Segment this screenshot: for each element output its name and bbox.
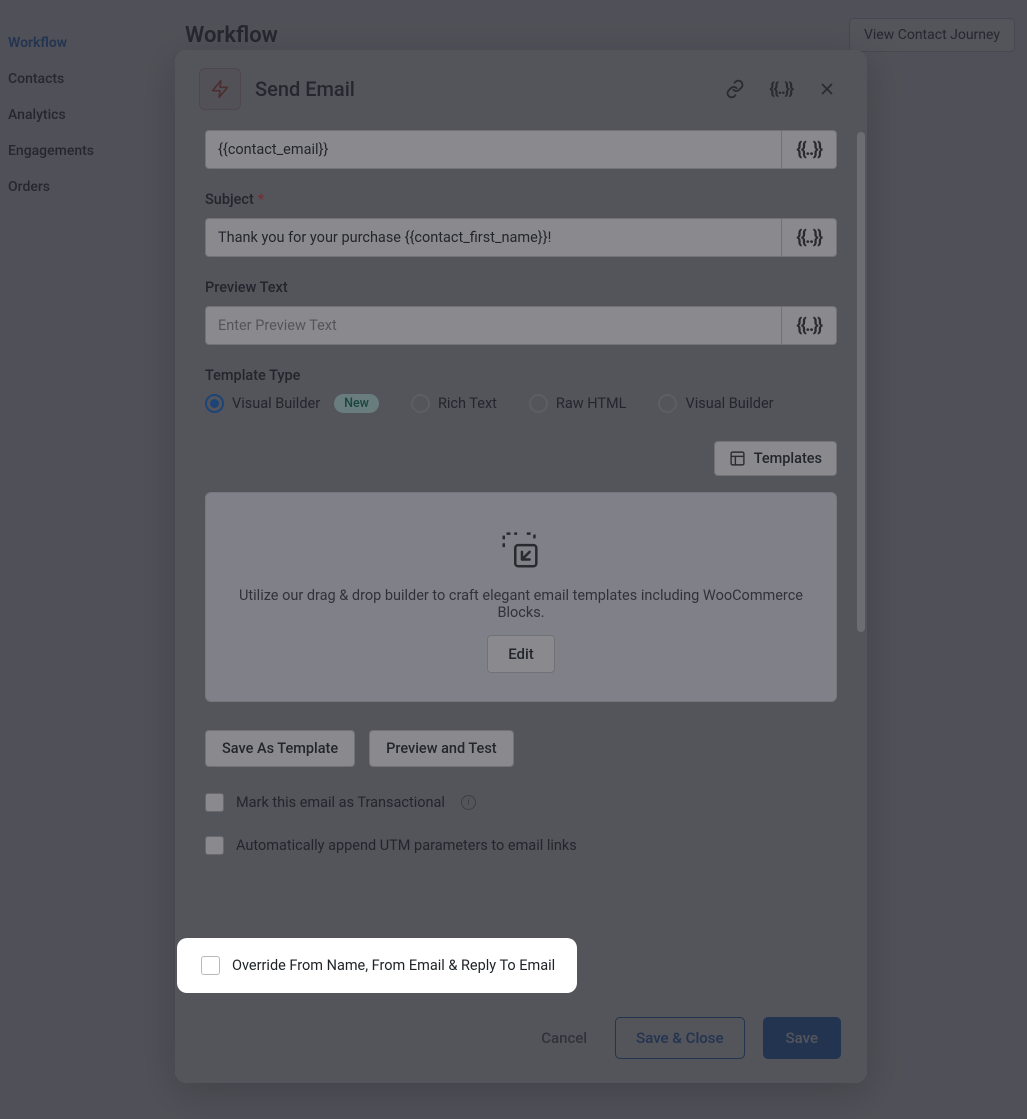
drag-drop-icon — [497, 525, 545, 573]
radio-unchecked-icon — [658, 394, 677, 413]
subject-label: Subject* — [205, 191, 837, 208]
builder-placeholder: Utilize our drag & drop builder to craft… — [205, 492, 837, 702]
info-icon[interactable]: i — [461, 795, 476, 810]
preview-merge-tag-button[interactable]: {{..}} — [782, 306, 837, 345]
templates-button[interactable]: Templates — [714, 441, 837, 476]
utm-checkbox[interactable] — [205, 836, 224, 855]
radio-label: Visual Builder — [232, 395, 320, 412]
send-email-modal: Send Email {{..}} {{..}} Subject* {{..}}… — [175, 50, 867, 1083]
preview-field-row: {{..}} — [205, 306, 837, 345]
radio-label: Raw HTML — [556, 395, 627, 412]
utm-label: Automatically append UTM parameters to e… — [236, 837, 577, 854]
new-badge: New — [334, 394, 379, 413]
transactional-checkbox[interactable] — [205, 793, 224, 812]
transactional-checkbox-row: Mark this email as Transactional i — [205, 793, 837, 812]
radio-label: Visual Builder — [685, 395, 773, 412]
template-type-label: Template Type — [205, 367, 837, 384]
radio-label: Rich Text — [438, 395, 497, 412]
utm-checkbox-row: Automatically append UTM parameters to e… — [205, 836, 837, 855]
template-type-radios: Visual Builder New Rich Text Raw HTML Vi… — [205, 394, 837, 413]
to-merge-tag-button[interactable]: {{..}} — [782, 130, 837, 169]
subject-merge-tag-button[interactable]: {{..}} — [782, 218, 837, 257]
override-checkbox[interactable] — [201, 956, 220, 975]
subject-input[interactable] — [205, 218, 782, 257]
to-input[interactable] — [205, 130, 782, 169]
radio-rich-text[interactable]: Rich Text — [411, 394, 497, 413]
radio-raw-html[interactable]: Raw HTML — [529, 394, 627, 413]
preview-text-input[interactable] — [205, 306, 782, 345]
builder-description: Utilize our drag & drop builder to craft… — [224, 587, 818, 621]
radio-visual-builder[interactable]: Visual Builder New — [205, 394, 379, 413]
radio-visual-builder-2[interactable]: Visual Builder — [658, 394, 773, 413]
edit-button[interactable]: Edit — [487, 635, 555, 673]
subject-field-row: {{..}} — [205, 218, 837, 257]
radio-unchecked-icon — [529, 394, 548, 413]
template-icon — [729, 450, 746, 467]
transactional-label: Mark this email as Transactional — [236, 794, 445, 811]
to-field-row: {{..}} — [205, 130, 837, 169]
radio-checked-icon — [205, 394, 224, 413]
save-as-template-button[interactable]: Save As Template — [205, 730, 355, 767]
radio-unchecked-icon — [411, 394, 430, 413]
modal-body: {{..}} Subject* {{..}} Preview Text {{..… — [175, 110, 867, 997]
preview-and-test-button[interactable]: Preview and Test — [369, 730, 514, 767]
preview-text-label: Preview Text — [205, 279, 837, 296]
